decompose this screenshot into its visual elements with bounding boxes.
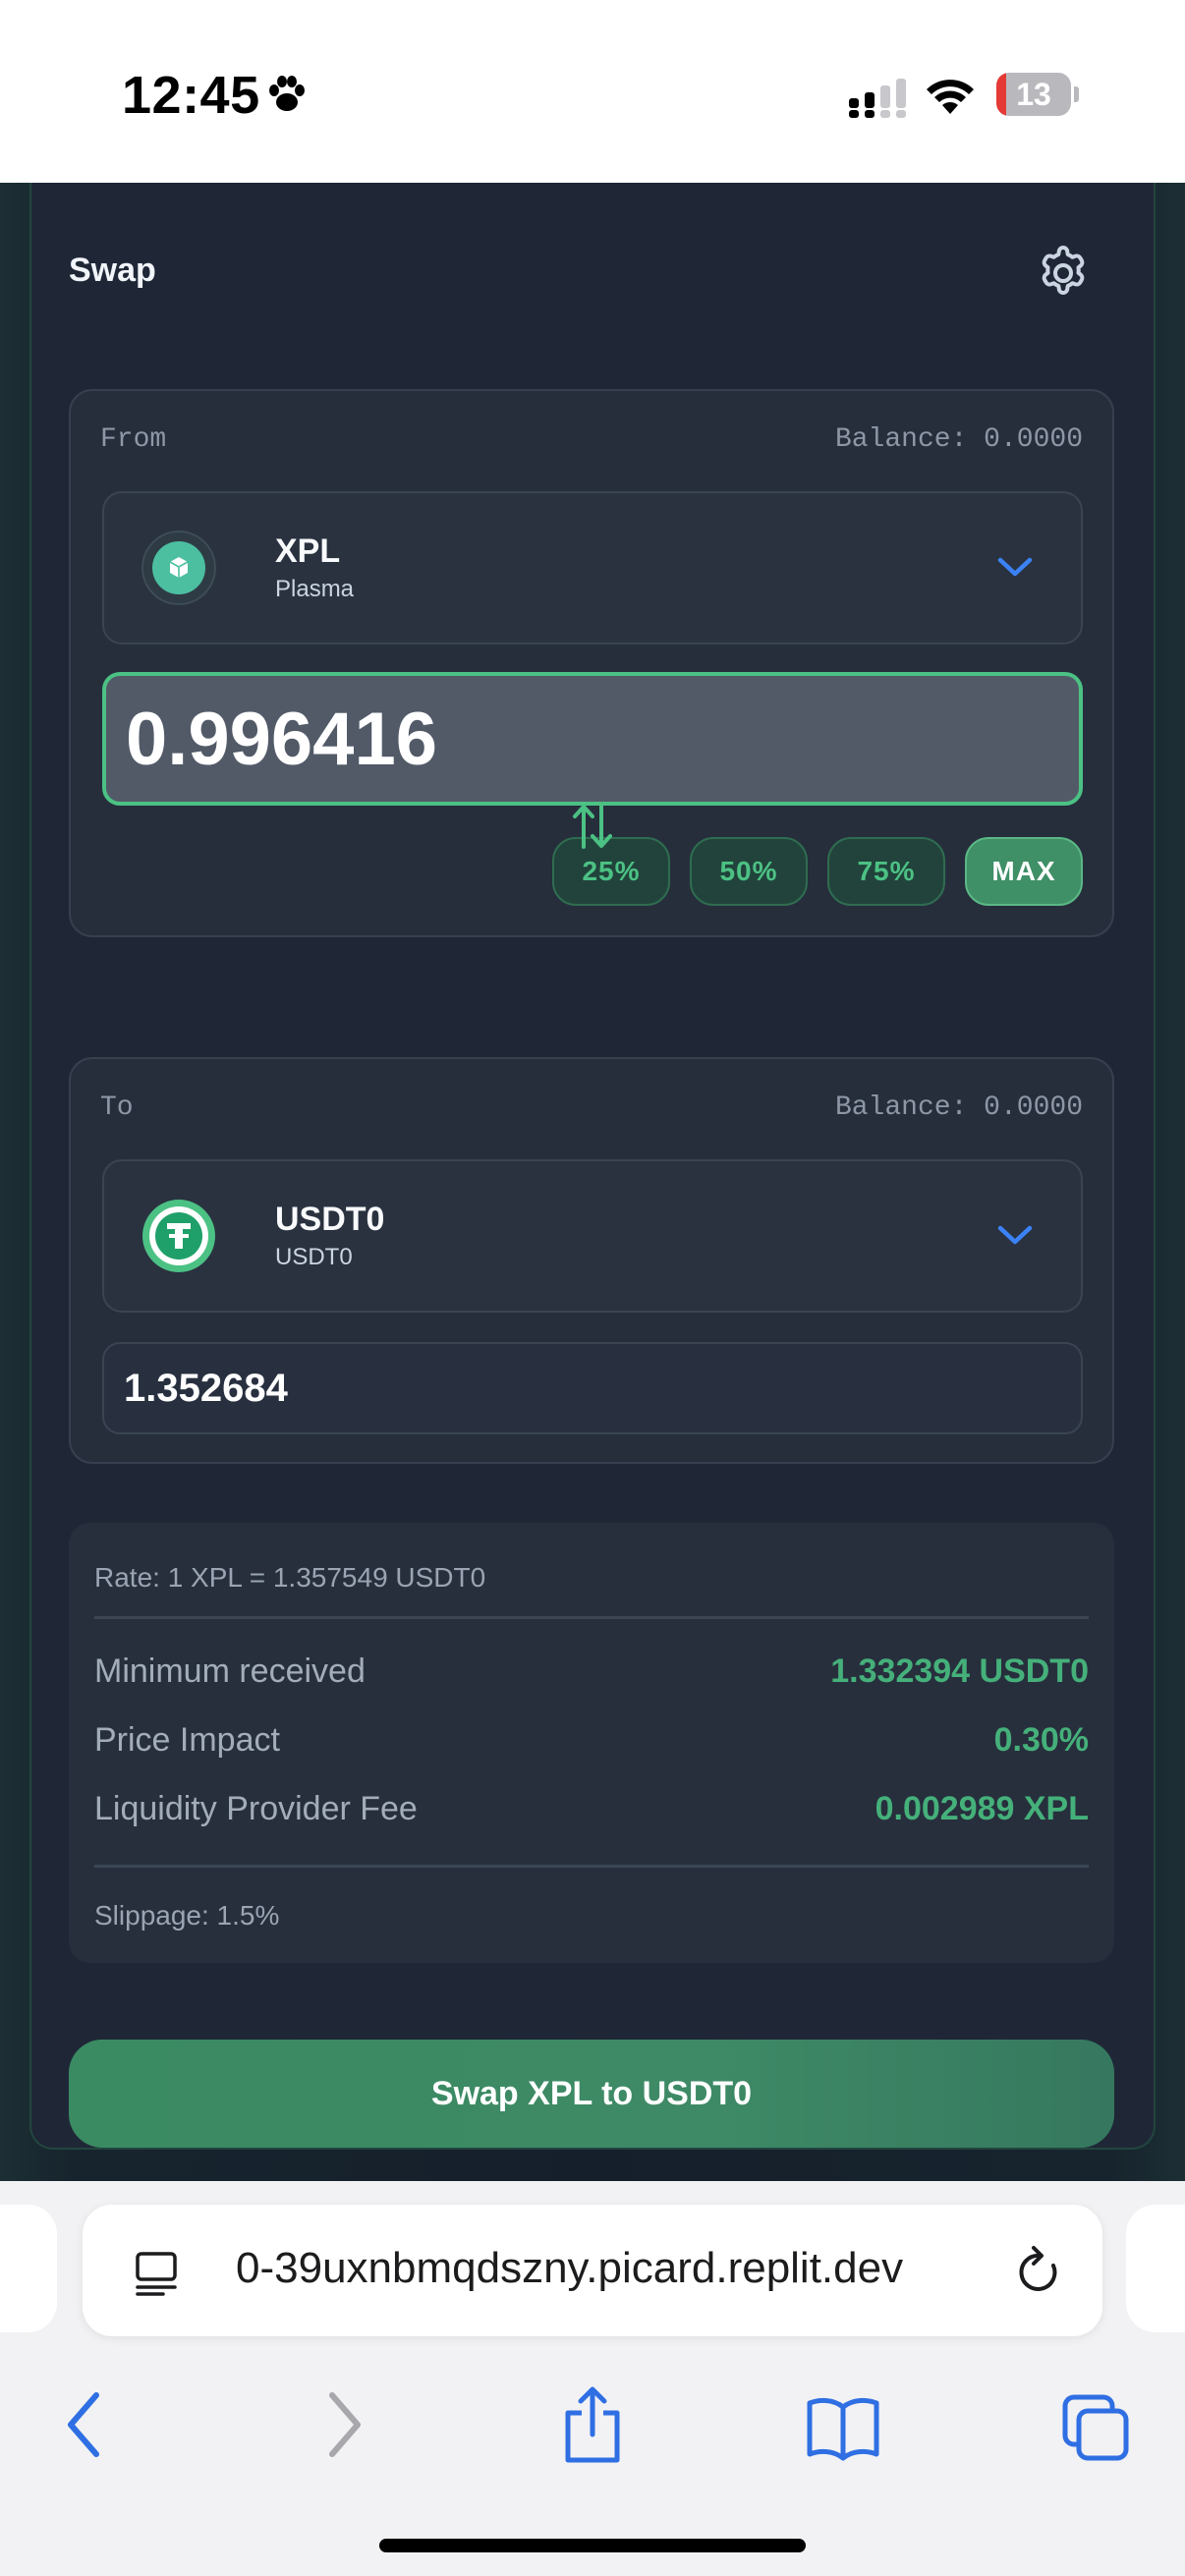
gear-icon — [1042, 246, 1085, 295]
reload-icon[interactable] — [1014, 2244, 1065, 2299]
back-icon[interactable] — [61, 2385, 108, 2464]
previous-tab-peek[interactable] — [0, 2205, 57, 2332]
from-label: From — [100, 424, 167, 455]
usdt0-token-logo — [142, 1200, 215, 1272]
tabs-icon[interactable] — [1061, 2385, 1132, 2464]
url-text: 0-39uxnbmqdszny.picard.replit.dev — [236, 2244, 904, 2292]
price-impact-value: 0.30% — [993, 1721, 1089, 1759]
browser-toolbar: 0-39uxnbmqdszny.picard.replit.dev — [0, 2181, 1185, 2576]
battery-icon: 13 — [996, 73, 1079, 116]
lp-fee-label: Liquidity Provider Fee — [94, 1790, 418, 1827]
lp-fee-value: 0.002989 XPL — [875, 1790, 1089, 1827]
exchange-rate: Rate: 1 XPL = 1.357549 USDT0 — [94, 1562, 486, 1593]
to-token-select[interactable]: USDT0 USDT0 — [102, 1159, 1083, 1313]
divider — [94, 1616, 1089, 1619]
to-label: To — [100, 1092, 134, 1123]
paw-icon — [269, 76, 305, 111]
percent-buttons: 25% 50% 75% MAX — [533, 837, 1083, 908]
page-menu-icon[interactable] — [134, 2248, 181, 2297]
price-impact-label: Price Impact — [94, 1721, 280, 1759]
to-balance: Balance: 0.0000 — [834, 1092, 1083, 1123]
percent-75-button[interactable]: 75% — [827, 837, 945, 906]
to-panel: To Balance: 0.0000 USDT0 USDT0 — [69, 1057, 1114, 1464]
xpl-token-logo — [141, 531, 216, 605]
share-icon[interactable] — [562, 2385, 623, 2464]
browser-nav-row — [0, 2378, 1185, 2486]
from-balance: Balance: 0.0000 — [834, 424, 1083, 455]
minimum-received-value: 1.332394 USDT0 — [830, 1652, 1089, 1690]
home-indicator — [379, 2539, 806, 2552]
divider — [94, 1865, 1089, 1868]
chevron-down-icon — [997, 557, 1033, 577]
from-token-select[interactable]: XPL Plasma — [102, 491, 1083, 644]
slippage-text: Slippage: 1.5% — [94, 1900, 280, 1931]
battery-body: 13 — [996, 73, 1071, 116]
wifi-icon — [927, 80, 974, 114]
swap-arrows-icon[interactable] — [570, 800, 615, 853]
battery-nub — [1074, 86, 1079, 102]
swap-title: Swap — [69, 252, 156, 289]
from-panel: From Balance: 0.0000 XPL Plasma 25% 50% … — [69, 389, 1114, 937]
from-token-name: Plasma — [275, 576, 355, 602]
chevron-down-icon — [997, 1225, 1033, 1245]
from-token-symbol: XPL — [275, 532, 341, 570]
swap-details: Rate: 1 XPL = 1.357549 USDT0 Minimum rec… — [69, 1523, 1114, 1963]
address-bar[interactable]: 0-39uxnbmqdszny.picard.replit.dev — [83, 2205, 1102, 2336]
swap-submit-button[interactable]: Swap XPL to USDT0 — [69, 2040, 1114, 2148]
forward-icon[interactable] — [320, 2385, 367, 2464]
bookmarks-icon[interactable] — [806, 2385, 880, 2464]
minimum-received-label: Minimum received — [94, 1652, 366, 1690]
from-amount-input[interactable] — [102, 672, 1083, 806]
battery-level: 13 — [1016, 77, 1051, 112]
next-tab-peek[interactable] — [1126, 2205, 1185, 2332]
status-time: 12:45 — [122, 66, 260, 125]
percent-50-button[interactable]: 50% — [690, 837, 808, 906]
signal-icon — [849, 79, 906, 118]
to-token-name: USDT0 — [275, 1244, 353, 1270]
settings-button[interactable] — [1034, 244, 1093, 303]
status-bar: 12:45 13 — [0, 0, 1185, 183]
to-token-symbol: USDT0 — [275, 1201, 385, 1238]
max-button[interactable]: MAX — [965, 837, 1083, 906]
to-amount-input[interactable] — [102, 1342, 1083, 1434]
